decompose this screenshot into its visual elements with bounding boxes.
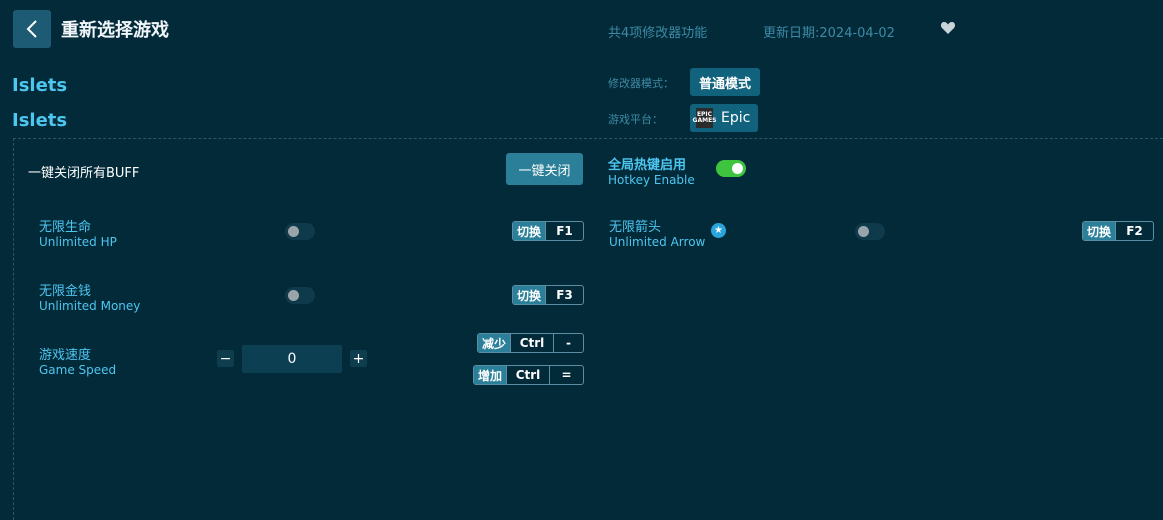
cheat-label-en: Unlimited Arrow <box>609 235 706 249</box>
speed-decrease-button[interactable]: − <box>217 350 234 367</box>
hotkey-action: 切换 <box>513 286 546 304</box>
buff-label: 一键关闭所有BUFF <box>28 166 140 181</box>
speed-increase-hotkey[interactable]: 增加 Ctrl = <box>473 365 584 385</box>
hotkey-enable-toggle[interactable] <box>716 160 746 177</box>
cheat-label-en: Game Speed <box>39 363 117 377</box>
mode-button[interactable]: 普通模式 <box>690 68 761 96</box>
hotkey-key: - <box>553 334 583 352</box>
hotkey-action: 减少 <box>478 334 511 352</box>
unlimited-money-toggle[interactable] <box>285 287 315 304</box>
unlimited-hp-toggle[interactable] <box>285 223 315 240</box>
cheat-label: 无限金钱 <box>39 284 92 299</box>
hotkey-key: F1 <box>545 222 583 240</box>
hotkey-enable-label-en: Hotkey Enable <box>608 173 695 187</box>
unlimited-hp-hotkey[interactable]: 切换 F1 <box>512 221 584 241</box>
unlimited-arrow-toggle[interactable] <box>855 223 885 240</box>
platform-label: 游戏平台： <box>608 113 663 126</box>
hotkey-key: = <box>549 366 583 384</box>
speed-input[interactable]: 0 <box>242 345 342 373</box>
chevron-left-icon <box>26 20 37 38</box>
hotkey-action: 增加 <box>474 366 507 384</box>
speed-increase-button[interactable]: + <box>350 350 367 367</box>
hotkey-key: F2 <box>1115 222 1153 240</box>
cheat-label: 游戏速度 <box>39 348 92 363</box>
hotkey-key: F3 <box>545 286 583 304</box>
cheat-label-en: Unlimited Money <box>39 299 141 313</box>
cheat-panel <box>13 138 1163 520</box>
hotkey-mod: Ctrl <box>506 366 549 384</box>
close-all-button[interactable]: 一键关闭 <box>506 153 583 185</box>
unlimited-money-hotkey[interactable]: 切换 F3 <box>512 285 584 305</box>
hotkey-enable-label: 全局热键启用 <box>608 158 687 173</box>
page-title: 重新选择游戏 <box>61 20 169 41</box>
unlimited-arrow-hotkey[interactable]: 切换 F2 <box>1082 221 1154 241</box>
heart-icon[interactable] <box>940 20 956 36</box>
cheat-label: 无限箭头 <box>609 220 662 235</box>
star-icon: ★ <box>711 223 726 238</box>
hotkey-mod: Ctrl <box>510 334 553 352</box>
cheat-label: 无限生命 <box>39 220 92 235</box>
speed-decrease-hotkey[interactable]: 减少 Ctrl - <box>477 333 584 353</box>
hotkey-action: 切换 <box>513 222 546 240</box>
game-name-alt: Islets <box>12 110 68 131</box>
back-button[interactable] <box>13 10 51 48</box>
platform-button[interactable]: EPIC GAMES Epic <box>690 104 759 132</box>
epic-logo-icon: EPIC GAMES <box>693 108 717 128</box>
feature-count: 共4项修改器功能 <box>608 26 708 41</box>
hotkey-action: 切换 <box>1083 222 1116 240</box>
cheat-label-en: Unlimited HP <box>39 235 117 249</box>
update-date: 更新日期:2024-04-02 <box>763 26 895 41</box>
mode-label: 修改器模式： <box>608 77 674 90</box>
platform-value: Epic <box>721 110 751 126</box>
game-name: Islets <box>12 75 68 96</box>
